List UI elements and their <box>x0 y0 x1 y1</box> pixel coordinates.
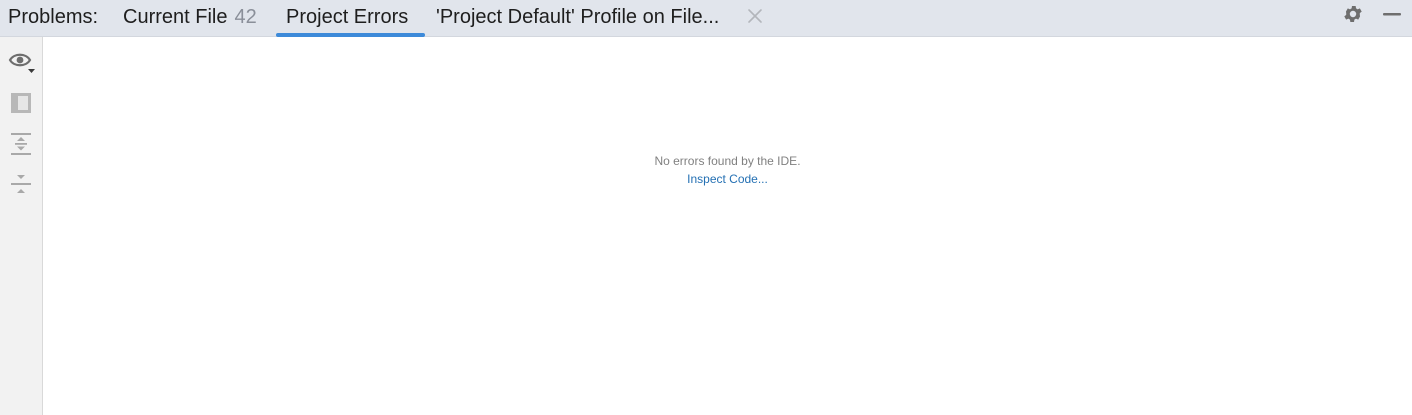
expand-all-icon[interactable] <box>8 132 34 158</box>
close-icon[interactable] <box>745 6 765 26</box>
tab-profile-on-file[interactable]: 'Project Default' Profile on File... <box>428 0 719 37</box>
minimize-icon[interactable] <box>1381 4 1403 24</box>
gear-icon[interactable] <box>1342 3 1364 25</box>
panel-title: Problems: <box>8 6 99 28</box>
eye-icon[interactable] <box>8 49 35 75</box>
problems-content: No errors found by the IDE. Inspect Code… <box>43 37 1412 415</box>
tab-label: Current File <box>123 6 228 28</box>
inspect-link-row: Inspect Code... <box>43 172 1412 186</box>
tab-problem-count: 42 <box>234 6 257 28</box>
tab-current-file[interactable]: Current File 42 <box>115 0 267 37</box>
tab-project-errors[interactable]: Project Errors <box>276 0 425 37</box>
tab-bar: Problems: Current File 42 Project Errors… <box>0 0 1412 37</box>
inspect-code-link[interactable]: Inspect Code... <box>687 172 768 186</box>
problems-tool-window: Problems: Current File 42 Project Errors… <box>0 0 1412 415</box>
collapse-all-icon[interactable] <box>8 173 34 199</box>
side-toolbar <box>0 37 43 415</box>
tab-label: Project Errors <box>286 6 409 28</box>
empty-state-message: No errors found by the IDE. <box>654 154 801 168</box>
preview-panel-icon[interactable] <box>8 91 34 117</box>
tab-label: 'Project Default' Profile on File... <box>436 6 720 28</box>
